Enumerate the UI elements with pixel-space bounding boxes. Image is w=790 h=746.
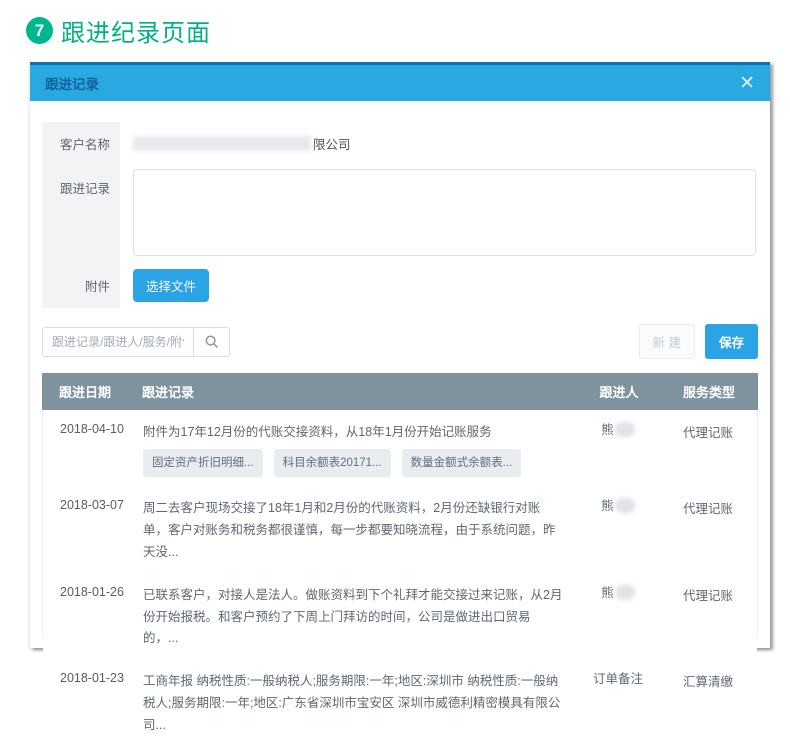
row-record-cell: 附件为17年12月份的代账交接资料，从18年1月份开始记账服务 固定资产折旧明细… bbox=[143, 422, 577, 477]
row-person-text: 熊 bbox=[601, 499, 614, 513]
table-body: 2018-04-10 附件为17年12月份的代账交接资料，从18年1月份开始记账… bbox=[43, 410, 757, 746]
table-row[interactable]: 2018-01-23 工商年报 纳税性质:一般纳税人;服务期限:一年;地区:深圳… bbox=[43, 659, 757, 746]
row-service: 代理记账 bbox=[682, 426, 733, 440]
row-date: 2018-01-26 bbox=[60, 584, 124, 599]
redacted-person-name bbox=[614, 422, 635, 437]
header-follow-date: 跟进日期 bbox=[59, 385, 112, 400]
redacted-person-name bbox=[614, 584, 635, 600]
row-service: 代理记账 bbox=[682, 588, 733, 603]
attachment-row: 附件 选择文件 bbox=[42, 262, 758, 308]
row-service: 代理记账 bbox=[682, 502, 733, 516]
form-section: 客户名称 限公司 跟进记录 附件 选择文件 bbox=[42, 122, 758, 308]
row-record-text: 已联系客户，对接人是法人。做账资料到下个礼拜才能交接过来记账，从2月份开始报税。… bbox=[143, 587, 563, 646]
customer-name-row: 客户名称 限公司 bbox=[42, 122, 758, 164]
save-button[interactable]: 保存 bbox=[704, 324, 758, 359]
new-button[interactable]: 新 建 bbox=[638, 324, 695, 359]
header-service-type: 服务类型 bbox=[682, 385, 735, 400]
step-number-badge: 7 bbox=[26, 17, 53, 44]
row-record-text: 周二去客户现场交接了18年1月和2月份的代账资料，2月份还缺银行对账单，客户对账… bbox=[143, 501, 556, 559]
modal-header: 跟进记录 ✕ bbox=[30, 62, 770, 101]
row-person: 熊 bbox=[577, 498, 659, 564]
search-button[interactable] bbox=[194, 326, 230, 357]
toolbar: 新 建 保存 bbox=[42, 324, 758, 359]
row-record-text: 工商年报 纳税性质:一般纳税人;服务期限:一年;地区:深圳市 纳税性质:一般纳税… bbox=[143, 674, 561, 732]
attachment-chip[interactable]: 科目余额表20171... bbox=[273, 448, 391, 477]
header-follow-person: 跟进人 bbox=[599, 385, 639, 400]
row-record-cell: 周二去客户现场交接了18年1月和2月份的代账资料，2月份还缺银行对账单，客户对账… bbox=[143, 498, 577, 564]
customer-name-visible-text: 限公司 bbox=[313, 137, 351, 152]
close-icon[interactable]: ✕ bbox=[739, 73, 755, 93]
follow-up-record-row: 跟进记录 bbox=[42, 164, 758, 262]
row-person: 熊 bbox=[577, 584, 659, 651]
redacted-person-name bbox=[614, 498, 635, 513]
modal-body: 客户名称 限公司 跟进记录 附件 选择文件 跟进记录/跟进人/服务/附件 新 建… bbox=[30, 101, 770, 746]
row-record-cell: 工商年报 纳税性质:一般纳税人;服务期限:一年;地区:深圳市 纳税性质:一般纳税… bbox=[143, 671, 577, 737]
attachment-label: 附件 bbox=[84, 279, 110, 294]
attachment-chip[interactable]: 固定资产折旧明细... bbox=[143, 448, 263, 477]
redacted-customer-name bbox=[133, 135, 311, 151]
header-follow-record: 跟进记录 bbox=[142, 385, 195, 400]
row-person-text: 熊 bbox=[601, 585, 614, 600]
follow-up-record-textarea[interactable] bbox=[133, 169, 756, 256]
row-date: 2018-03-07 bbox=[60, 498, 124, 512]
page-heading: 7 跟进纪录页面 bbox=[26, 13, 211, 48]
search-icon bbox=[205, 335, 218, 348]
choose-file-button[interactable]: 选择文件 bbox=[133, 268, 210, 302]
attachment-chips: 固定资产折旧明细... 科目余额表20171... 数量金额式余额表... bbox=[143, 448, 563, 477]
follow-up-record-label: 跟进记录 bbox=[59, 182, 110, 196]
attachment-chip[interactable]: 数量金额式余额表... bbox=[401, 448, 522, 477]
page-title: 跟进纪录页面 bbox=[61, 20, 211, 47]
search-group bbox=[42, 326, 230, 357]
toolbar-buttons: 新 建 保存 bbox=[638, 324, 758, 359]
table-row[interactable]: 2018-01-26 已联系客户，对接人是法人。做账资料到下个礼拜才能交接过来记… bbox=[43, 573, 757, 660]
row-person: 熊 bbox=[577, 422, 659, 477]
records-table: 跟进日期 跟进记录 跟进人 服务类型 2018-04-10 附件为17年12月份… bbox=[42, 373, 758, 746]
customer-name-label: 客户名称 bbox=[59, 137, 110, 152]
row-record-text: 附件为17年12月份的代账交接资料，从18年1月份开始记账服务 bbox=[143, 425, 492, 439]
row-person: 订单备注 bbox=[592, 672, 643, 687]
follow-up-record-modal: 跟进记录 ✕ 客户名称 限公司 跟进记录 附件 选择文件 跟进记录/跟进人/服务… bbox=[30, 62, 770, 746]
row-date: 2018-01-23 bbox=[60, 671, 124, 686]
row-date: 2018-04-10 bbox=[60, 422, 124, 436]
table-header: 跟进日期 跟进记录 跟进人 服务类型 bbox=[42, 373, 758, 410]
modal-title: 跟进记录 bbox=[45, 77, 99, 92]
search-input[interactable] bbox=[42, 326, 194, 357]
table-row[interactable]: 2018-04-10 附件为17年12月份的代账交接资料，从18年1月份开始记账… bbox=[43, 410, 757, 486]
customer-name-value: 限公司 bbox=[120, 134, 351, 153]
row-person-text: 熊 bbox=[601, 423, 614, 437]
row-service: 汇算清缴 bbox=[682, 675, 733, 690]
table-row[interactable]: 2018-03-07 周二去客户现场交接了18年1月和2月份的代账资料，2月份还… bbox=[43, 486, 757, 573]
row-record-cell: 已联系客户，对接人是法人。做账资料到下个礼拜才能交接过来记账，从2月份开始报税。… bbox=[143, 585, 577, 651]
